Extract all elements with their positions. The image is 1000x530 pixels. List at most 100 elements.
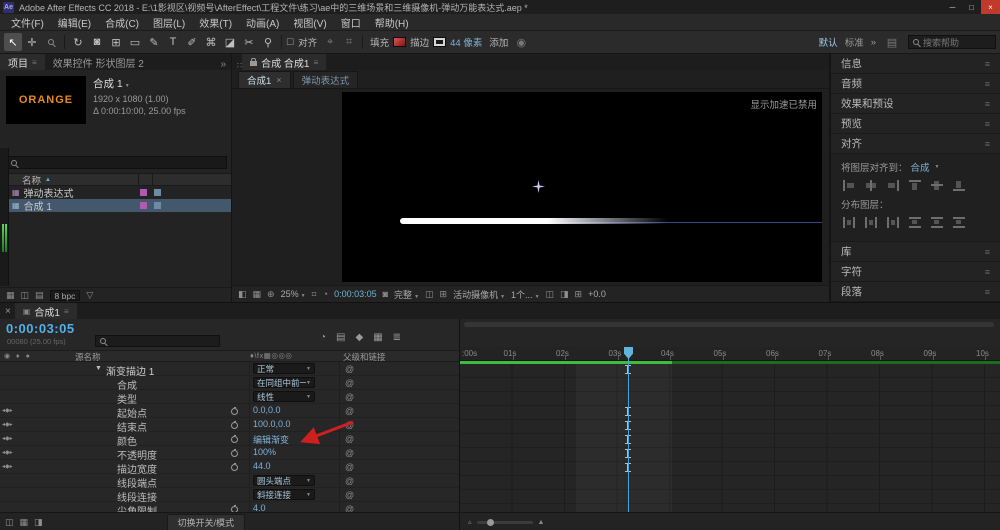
- color-depth-badge[interactable]: 8 bpc: [49, 289, 81, 301]
- distribute-left-icon[interactable]: [843, 217, 855, 228]
- menu-item[interactable]: 视图(V): [286, 15, 333, 30]
- comp-viewer-tab[interactable]: 弹动表达式: [292, 71, 359, 88]
- panel-menu-icon[interactable]: ≡: [32, 58, 37, 67]
- active-camera-select[interactable]: 活动摄像机 ▼: [453, 288, 505, 301]
- distribute-h-center-icon[interactable]: [865, 217, 877, 228]
- panel-menu-icon[interactable]: ≡: [985, 79, 990, 89]
- snap-option-icon[interactable]: ⌖: [321, 33, 339, 51]
- always-preview-icon[interactable]: ◧: [238, 289, 247, 300]
- type-tool[interactable]: T: [164, 33, 182, 51]
- panel-header-对齐[interactable]: 对齐 ≡: [831, 134, 1000, 154]
- grid-option-icon[interactable]: ⌗: [340, 33, 358, 51]
- property-value[interactable]: 100.0,0.0: [253, 419, 291, 429]
- magnification-icon[interactable]: ⊕: [267, 289, 275, 300]
- label-color-chip[interactable]: [140, 202, 147, 209]
- maximize-button[interactable]: □: [962, 0, 981, 14]
- pickwhip-icon[interactable]: @: [345, 434, 354, 444]
- shape-tool[interactable]: ▭: [126, 33, 144, 51]
- current-time-display[interactable]: 0:00:03:05: [6, 321, 75, 336]
- panel-header-音频[interactable]: 音频 ≡: [831, 74, 1000, 94]
- transparency-grid-icon[interactable]: ⊞: [440, 289, 448, 300]
- align-h-center-icon[interactable]: [865, 180, 877, 191]
- timeline-search-input[interactable]: [95, 335, 220, 347]
- current-time-indicator[interactable]: [624, 347, 633, 512]
- edit-gradient-link[interactable]: 编辑渐变: [253, 433, 289, 446]
- puppet-pin-tool[interactable]: ⚲: [259, 33, 277, 51]
- panel-close-icon[interactable]: ×: [5, 306, 11, 317]
- align-top-icon[interactable]: [909, 180, 921, 191]
- stopwatch-icon[interactable]: [231, 407, 238, 415]
- tab-timeline-comp[interactable]: ▣ 合成1 ≡: [14, 303, 77, 319]
- panel-menu-icon[interactable]: ≡: [985, 59, 990, 69]
- tab-overflow-icon[interactable]: »: [215, 59, 231, 70]
- property-value[interactable]: 100%: [253, 447, 276, 457]
- panel-header-段落[interactable]: 段落 ≡: [831, 282, 1000, 302]
- timeline-row[interactable]: ◂◆▸ 不透明度 100% @: [0, 446, 459, 462]
- timeline-row[interactable]: 线段端点 圆头端点 ▼ @: [0, 474, 459, 490]
- pickwhip-icon[interactable]: @: [345, 392, 354, 402]
- time-ruler[interactable]: :00s 01s 02s 03s 04s 05s 06s 07s 08s 09s 10s: [460, 347, 1000, 361]
- timeline-row[interactable]: 合成在同组中前一个之上▼@: [0, 376, 459, 392]
- workspace-standard[interactable]: 标准: [845, 35, 864, 49]
- stroke-width-value[interactable]: 44 像素: [450, 35, 482, 49]
- keyframe-navigator-icon[interactable]: ◂◆▸: [2, 421, 13, 428]
- trash-icon[interactable]: ▽: [86, 290, 93, 301]
- timeline-zoom-slider[interactable]: [476, 518, 533, 526]
- menu-item[interactable]: 图层(L): [146, 15, 192, 30]
- lock-icon[interactable]: [250, 57, 258, 66]
- zoom-out-icon[interactable]: ▵: [468, 518, 472, 526]
- keyframe-navigator-icon[interactable]: ◂◆▸: [2, 449, 13, 456]
- property-dropdown[interactable]: 在同组中前一个之上▼: [253, 377, 315, 388]
- menu-item[interactable]: 效果(T): [192, 15, 239, 30]
- pickwhip-icon[interactable]: @: [345, 476, 354, 486]
- timeline-row[interactable]: ◂◆▸ 起始点 0.0,0.0 @: [0, 404, 459, 420]
- project-item[interactable]: ▦ 合成 1: [0, 199, 231, 213]
- menu-item[interactable]: 文件(F): [4, 15, 51, 30]
- property-dropdown[interactable]: 正常 ▼: [253, 363, 315, 374]
- motion-blur-icon[interactable]: ≣: [393, 332, 401, 343]
- list-view-icon[interactable]: ◫: [21, 290, 30, 301]
- timeline-row[interactable]: ▼ 渐变描边 1 正常 ▼ @: [0, 362, 459, 378]
- preview-time-display[interactable]: 0:00:03:05: [334, 289, 377, 299]
- timeline-track-area[interactable]: :00s 01s 02s 03s 04s 05s 06s 07s 08s 09s 10s ▵ ▲: [460, 319, 1000, 530]
- pickwhip-icon[interactable]: @: [345, 364, 354, 374]
- selection-tool[interactable]: ↖: [4, 33, 22, 51]
- distribute-bottom-icon[interactable]: [953, 217, 965, 228]
- menu-item[interactable]: 动画(A): [239, 15, 286, 30]
- draft-3d-icon[interactable]: ▤: [336, 332, 345, 343]
- property-dropdown[interactable]: 斜接连接 ▼: [253, 489, 315, 500]
- panel-menu-icon[interactable]: ≡: [985, 287, 990, 297]
- align-v-center-icon[interactable]: [931, 180, 943, 191]
- frame-blend-icon[interactable]: ▦: [373, 332, 382, 343]
- brush-tool[interactable]: ✐: [183, 33, 201, 51]
- panel-menu-icon[interactable]: ≡: [985, 247, 990, 257]
- help-search-input[interactable]: 搜索帮助: [908, 35, 996, 49]
- main-viewer-icon[interactable]: ▦: [253, 289, 262, 300]
- stopwatch-icon[interactable]: [231, 449, 238, 457]
- pen-tool[interactable]: ✎: [145, 33, 163, 51]
- property-value[interactable]: 0.0,0.0: [253, 405, 281, 415]
- panel-menu-icon[interactable]: ≡: [985, 267, 990, 277]
- tab-composition[interactable]: 合成 合成1 ≡: [242, 54, 327, 70]
- twirl-down-icon[interactable]: ▼: [95, 365, 102, 372]
- mask-visibility-icon[interactable]: ◔: [323, 289, 328, 299]
- stopwatch-icon[interactable]: [231, 421, 238, 429]
- pickwhip-icon[interactable]: @: [345, 378, 354, 388]
- fast-preview-icon[interactable]: ◨: [560, 289, 569, 300]
- composition-mini-flowchart-icon[interactable]: ◔: [320, 332, 326, 343]
- panel-header-字符[interactable]: 字符 ≡: [831, 262, 1000, 282]
- time-navigator[interactable]: [464, 322, 994, 327]
- pickwhip-icon[interactable]: @: [345, 462, 354, 472]
- camera-tool[interactable]: ◙: [88, 33, 106, 51]
- workspace-overflow[interactable]: »: [871, 37, 876, 48]
- workspace-bar-icon[interactable]: ▤: [883, 33, 901, 51]
- grid-guides-icon[interactable]: ⌗: [312, 289, 317, 300]
- grid-view-icon[interactable]: ▦: [6, 290, 15, 301]
- align-to-dropdown[interactable]: 合成: [911, 160, 930, 174]
- fill-swatch[interactable]: [393, 37, 407, 47]
- eraser-tool[interactable]: ◪: [221, 33, 239, 51]
- panel-header-信息[interactable]: 信息 ≡: [831, 54, 1000, 74]
- roto-brush-tool[interactable]: ✂: [240, 33, 258, 51]
- menu-item[interactable]: 帮助(H): [368, 15, 416, 30]
- expand-in-out-icon[interactable]: ◨: [34, 517, 43, 528]
